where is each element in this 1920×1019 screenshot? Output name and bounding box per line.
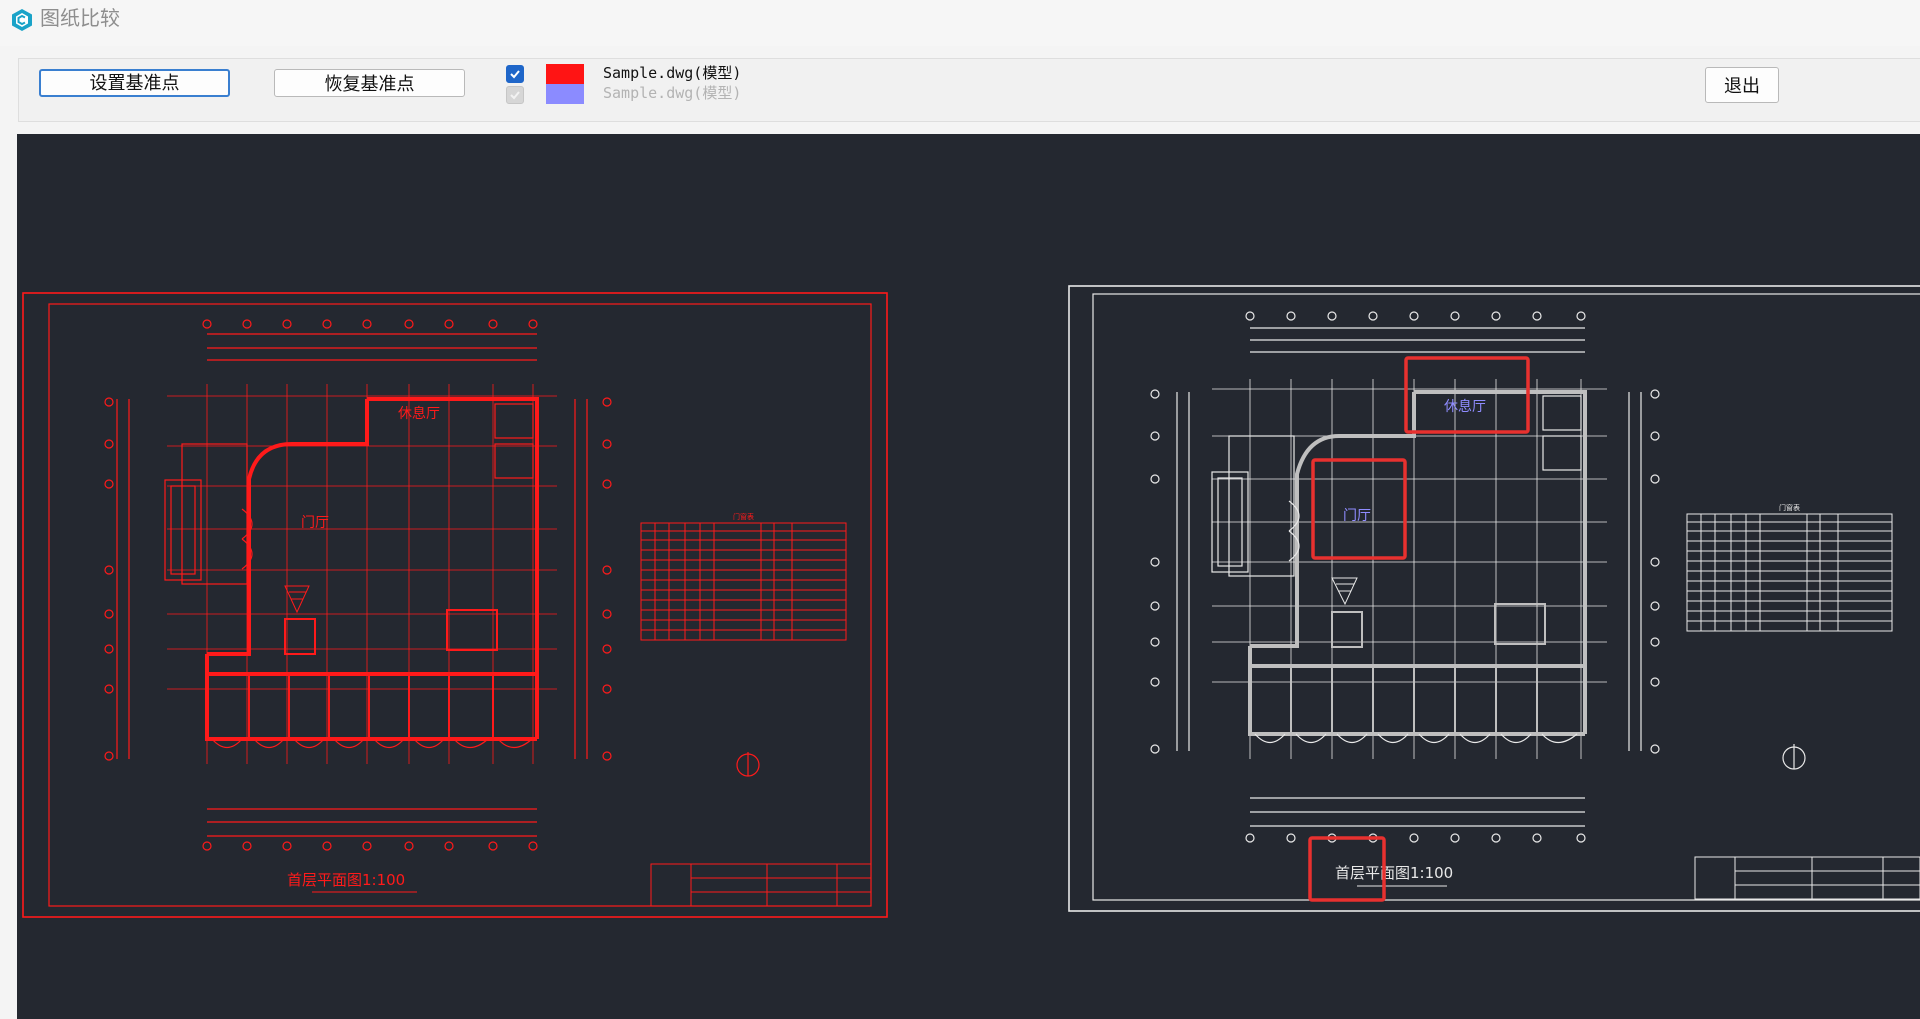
right-drawing xyxy=(1068,285,1920,912)
layer-1-checkbox[interactable] xyxy=(506,65,524,83)
left-lounge-label: 休息厅 xyxy=(398,405,440,422)
restore-base-point-button[interactable]: 恢复基准点 xyxy=(274,69,465,97)
check-icon xyxy=(510,70,520,79)
left-door-window-table xyxy=(640,522,847,641)
layer-2-label: Sample.dwg(模型) xyxy=(603,84,742,102)
toolbar: 设置基准点 恢复基准点 Sample.dwg(模型) Sample.dwg(模型… xyxy=(18,58,1920,122)
left-door-window-table-title: 门窗表 xyxy=(733,512,754,521)
layer-2-checkbox[interactable] xyxy=(506,86,524,104)
left-top-axis-bubbles xyxy=(202,319,538,329)
set-base-point-button[interactable]: 设置基准点 xyxy=(39,69,230,97)
left-lobby-label: 门厅 xyxy=(301,515,329,531)
layer-2-color-swatch[interactable] xyxy=(546,84,584,104)
drawing-comparison-viewport[interactable]: 休息厅 门厅 首层平面图1:100 门窗表 休息厅 门厅 首层平面图1:100 … xyxy=(17,134,1920,1019)
right-lobby-label: 门厅 xyxy=(1343,508,1371,524)
right-door-window-table xyxy=(1686,513,1893,632)
right-door-window-table-title: 门窗表 xyxy=(1779,503,1800,512)
window-title: 图纸比较 xyxy=(40,8,120,30)
layer-1-color-swatch[interactable] xyxy=(546,64,584,84)
right-lounge-label: 休息厅 xyxy=(1444,398,1486,415)
title-bar: 图纸比较 xyxy=(0,0,1920,46)
left-drawing xyxy=(22,292,888,918)
app-logo-icon xyxy=(12,9,32,31)
right-plan-title: 首层平面图1:100 xyxy=(1335,864,1453,882)
exit-button[interactable]: 退出 xyxy=(1705,67,1779,103)
left-plan-title: 首层平面图1:100 xyxy=(287,871,405,889)
check-icon xyxy=(510,91,520,100)
layer-1-label: Sample.dwg(模型) xyxy=(603,64,742,82)
diff-highlight-lounge[interactable] xyxy=(1404,356,1530,434)
cad-canvas: 休息厅 门厅 首层平面图1:100 门窗表 休息厅 门厅 首层平面图1:100 … xyxy=(22,285,1920,918)
